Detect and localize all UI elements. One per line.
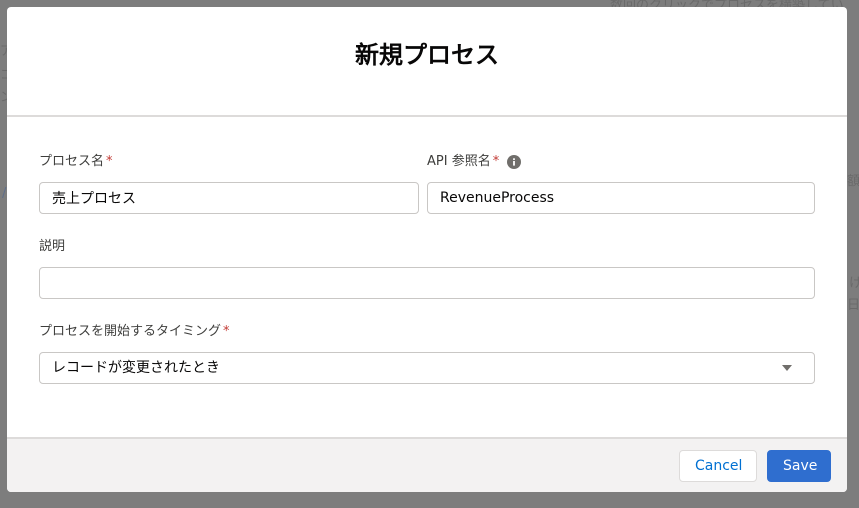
api-name-input[interactable]: [427, 182, 815, 214]
backdrop-text: 額: [847, 174, 859, 189]
api-name-field: API 参照名 *: [427, 153, 815, 214]
process-name-label-text: プロセス名: [39, 154, 105, 169]
cancel-button[interactable]: Cancel: [679, 449, 757, 482]
api-name-label: API 参照名 *: [427, 153, 815, 171]
backdrop-text: け: [849, 276, 859, 291]
new-process-modal: 新規プロセス プロセス名 * API 参照名 *: [7, 7, 847, 492]
description-label: 説明: [39, 238, 815, 256]
required-mark: *: [106, 154, 113, 169]
trigger-label: プロセスを開始するタイミング *: [39, 323, 815, 341]
trigger-selected-value: レコードが変更されたとき: [52, 360, 220, 376]
description-input[interactable]: [39, 267, 815, 299]
modal-header: 新規プロセス: [7, 7, 847, 117]
required-mark: *: [492, 154, 500, 169]
process-name-label: プロセス名 *: [39, 153, 419, 171]
description-field: 説明: [39, 238, 815, 299]
api-name-label-text: API 参照名: [427, 154, 491, 169]
trigger-field: プロセスを開始するタイミング * レコードが変更されたとき: [39, 323, 815, 384]
caret-down-icon: [782, 365, 792, 371]
required-mark: *: [223, 324, 230, 339]
backdrop-text: /: [2, 186, 7, 201]
info-icon[interactable]: [507, 155, 522, 169]
modal-footer: Cancel Save: [7, 437, 847, 492]
modal-title: 新規プロセス: [355, 40, 499, 69]
trigger-select[interactable]: レコードが変更されたとき: [39, 352, 815, 384]
process-name-input[interactable]: [39, 182, 419, 214]
description-label-text: 説明: [39, 239, 66, 254]
modal-body: プロセス名 * API 参照名 * 説明: [7, 117, 847, 439]
save-button[interactable]: Save: [767, 449, 831, 482]
backdrop-text: 日: [847, 298, 859, 313]
trigger-label-text: プロセスを開始するタイミング: [39, 324, 222, 339]
process-name-field: プロセス名 *: [39, 153, 419, 214]
